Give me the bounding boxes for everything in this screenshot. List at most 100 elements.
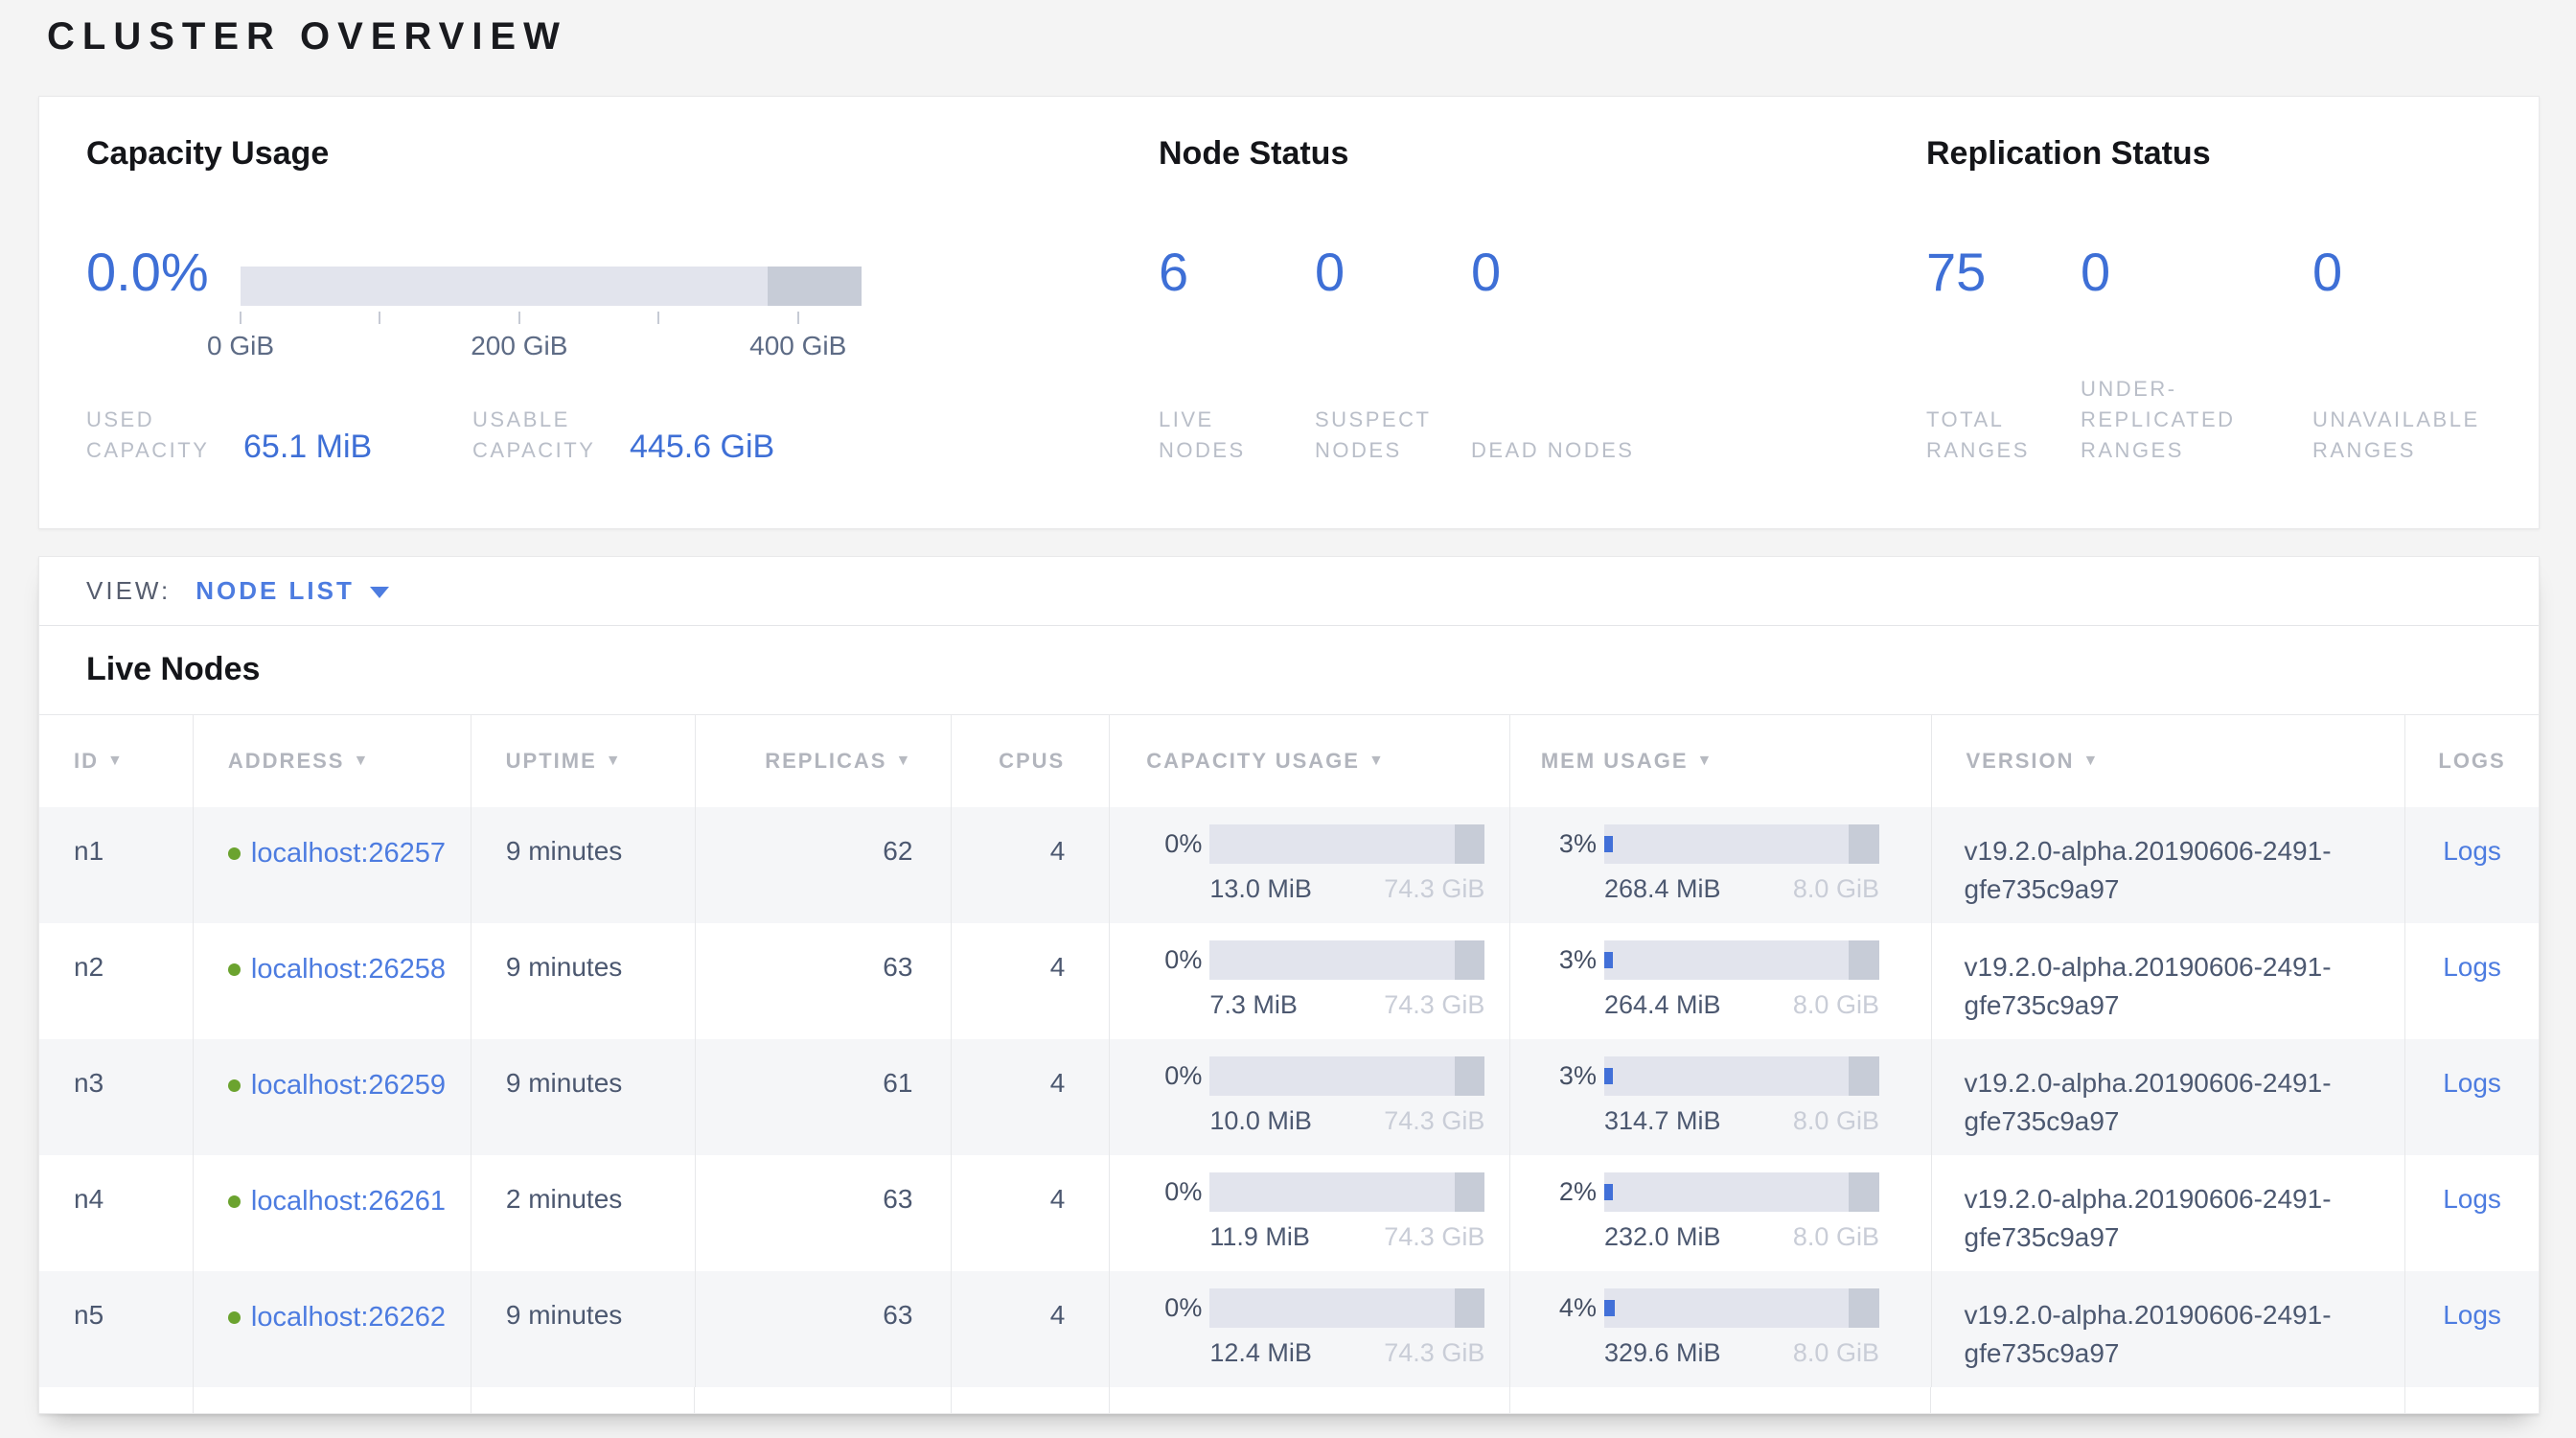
table-body: n1 localhost:26257 9 minutes 62 4 0% 13.…	[39, 807, 2539, 1387]
axis-tick-mark	[379, 312, 380, 324]
mem-percent-label: 4%	[1541, 1293, 1597, 1323]
capacity-axis: 0 GiB 200 GiB 400 GiB	[241, 312, 862, 379]
node-cpus-cell: 4	[951, 1039, 1109, 1155]
node-capacity-usage-cell: 0% 11.9 MiB 74.3 GiB	[1109, 1155, 1509, 1271]
column-header-label: ID	[74, 749, 99, 774]
column-header[interactable]: REPLICAS ▼	[695, 715, 952, 807]
mem-percent-label: 3%	[1541, 829, 1597, 859]
node-address-link[interactable]: localhost:26257	[251, 838, 446, 869]
node-replicas-cell: 61	[695, 1039, 952, 1155]
logs-link[interactable]: Logs	[2443, 1068, 2501, 1098]
mem-usage-fill	[1604, 836, 1613, 852]
column-header[interactable]: LOGS ▼	[2404, 715, 2539, 807]
used-capacity-value: 65.1 MiB	[243, 430, 372, 463]
mem-usage-minibar	[1604, 940, 1879, 980]
table-row: n4 localhost:26261 2 minutes 63 4 0% 11.…	[39, 1155, 2539, 1271]
logs-link[interactable]: Logs	[2443, 1300, 2501, 1330]
column-header-label: ADDRESS	[228, 749, 345, 774]
column-header[interactable]: VERSION ▼	[1931, 715, 2405, 807]
capacity-total-value: 74.3 GiB	[1384, 1222, 1484, 1252]
node-status-label: DEAD NODES	[1471, 435, 1663, 466]
column-header[interactable]: ADDRESS ▼	[193, 715, 471, 807]
axis-tick-mark	[797, 312, 799, 324]
replication-status-value: 75	[1926, 243, 2081, 302]
axis-tick-mark	[657, 312, 659, 324]
node-version-cell: v19.2.0-alpha.20190606-2491-gfe735c9a97	[1931, 1271, 2405, 1387]
mem-usage-fill	[1604, 1184, 1613, 1200]
node-id-cell: n5	[39, 1271, 193, 1387]
node-status-value: 0	[1471, 243, 1663, 302]
node-address-link[interactable]: localhost:26262	[251, 1302, 446, 1333]
node-status-numbers: 6 0 0	[1159, 243, 1663, 302]
replication-status-label: TOTAL RANGES	[1926, 405, 2081, 466]
mem-usage-fill	[1604, 1300, 1615, 1316]
node-mem-usage-cell: 3% 314.7 MiB 8.0 GiB	[1509, 1039, 1931, 1155]
mem-used-value: 268.4 MiB	[1604, 874, 1721, 904]
column-header[interactable]: CAPACITY USAGE ▼	[1109, 715, 1509, 807]
column-header[interactable]: CPUS ▼	[951, 715, 1109, 807]
view-mode-dropdown[interactable]: NODE LIST	[196, 576, 389, 606]
column-header-label: REPLICAS	[765, 749, 886, 774]
capacity-percent-label: 0%	[1146, 1293, 1202, 1323]
live-status-dot-icon	[228, 1195, 241, 1208]
logs-link[interactable]: Logs	[2443, 952, 2501, 982]
node-version-cell: v19.2.0-alpha.20190606-2491-gfe735c9a97	[1931, 923, 2405, 1039]
node-mem-usage-cell: 3% 268.4 MiB 8.0 GiB	[1509, 807, 1931, 923]
node-replicas-cell: 63	[695, 1271, 952, 1387]
column-header-label: VERSION	[1966, 749, 2075, 774]
node-address-cell: localhost:26259	[193, 1039, 471, 1155]
mem-percent-label: 3%	[1541, 945, 1597, 975]
column-header[interactable]: UPTIME ▼	[471, 715, 695, 807]
mem-percent-label: 3%	[1541, 1061, 1597, 1091]
mem-used-value: 329.6 MiB	[1604, 1338, 1721, 1368]
node-replicas-cell: 63	[695, 1155, 952, 1271]
replication-status-label: UNAVAILABLE RANGES	[2312, 405, 2533, 466]
sort-arrow-icon: ▼	[2083, 753, 2101, 770]
node-capacity-usage-cell: 0% 13.0 MiB 74.3 GiB	[1109, 807, 1509, 923]
capacity-usage-minibar	[1209, 1288, 1484, 1328]
sort-arrow-icon: ▼	[1697, 753, 1714, 770]
logs-link[interactable]: Logs	[2443, 1184, 2501, 1214]
capacity-usage-minibar	[1209, 824, 1484, 864]
sort-arrow-icon: ▼	[606, 753, 623, 770]
node-cpus-cell: 4	[951, 1155, 1109, 1271]
node-logs-cell: Logs	[2404, 1155, 2539, 1271]
node-cpus-cell: 4	[951, 1271, 1109, 1387]
node-id-cell: n3	[39, 1039, 193, 1155]
view-mode-selected: NODE LIST	[196, 576, 355, 606]
dropdown-caret-icon	[370, 587, 389, 598]
column-header-label: MEM USAGE	[1541, 749, 1689, 774]
mem-usage-minibar	[1604, 1056, 1879, 1096]
column-header[interactable]: ID ▼	[39, 715, 193, 807]
node-address-link[interactable]: localhost:26258	[251, 954, 446, 985]
table-row: n1 localhost:26257 9 minutes 62 4 0% 13.…	[39, 807, 2539, 923]
used-capacity-stat: USED CAPACITY 65.1 MiB	[86, 405, 372, 466]
column-header-label: CAPACITY USAGE	[1146, 749, 1360, 774]
column-header[interactable]: MEM USAGE ▼	[1509, 715, 1931, 807]
capacity-total-value: 74.3 GiB	[1384, 1338, 1484, 1368]
node-status-value: 6	[1159, 243, 1315, 302]
capacity-usage-minibar	[1209, 1172, 1484, 1212]
node-address-link[interactable]: localhost:26261	[251, 1186, 446, 1217]
node-version-cell: v19.2.0-alpha.20190606-2491-gfe735c9a97	[1931, 1155, 2405, 1271]
mem-usage-minibar	[1604, 1288, 1879, 1328]
sort-arrow-icon: ▼	[353, 753, 370, 770]
mem-total-value: 8.0 GiB	[1793, 1106, 1879, 1136]
node-address-link[interactable]: localhost:26259	[251, 1070, 446, 1101]
replication-status-labels: TOTAL RANGES UNDER-REPLICATED RANGES UNA…	[1926, 374, 2533, 466]
node-replicas-cell: 62	[695, 807, 952, 923]
node-mem-usage-cell: 2% 232.0 MiB 8.0 GiB	[1509, 1155, 1931, 1271]
live-status-dot-icon	[228, 963, 241, 976]
logs-link[interactable]: Logs	[2443, 836, 2501, 866]
replication-status-numbers: 75 0 0	[1926, 243, 2533, 302]
usable-capacity-label: USABLE CAPACITY	[472, 405, 616, 466]
node-uptime-cell: 9 minutes	[471, 807, 695, 923]
node-cpus-cell: 4	[951, 923, 1109, 1039]
capacity-usage-minibar	[1209, 1056, 1484, 1096]
mem-used-value: 314.7 MiB	[1604, 1106, 1721, 1136]
node-status-value: 0	[1315, 243, 1471, 302]
mem-usage-fill	[1604, 952, 1613, 968]
capacity-usage-bar	[241, 267, 862, 306]
usable-capacity-stat: USABLE CAPACITY 445.6 GiB	[472, 405, 774, 466]
live-nodes-heading: Live Nodes	[39, 626, 2539, 714]
